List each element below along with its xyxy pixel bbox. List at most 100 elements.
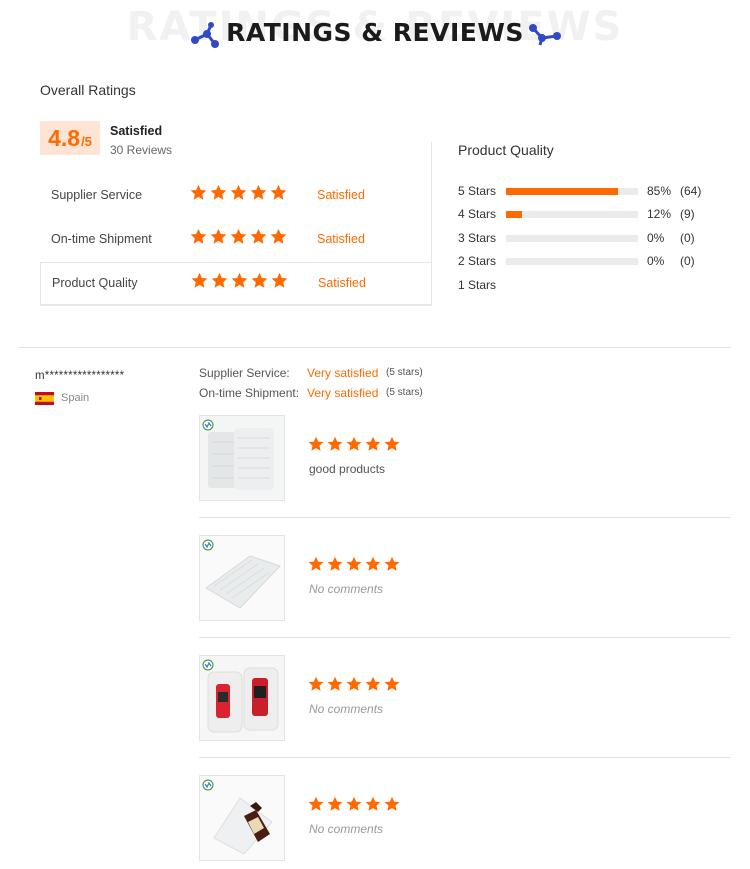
star-rating [190,184,290,201]
distribution-bar [506,235,638,242]
distribution-bar-fill [506,188,619,195]
star-icon [308,436,324,451]
page-title: RATINGS & REVIEWS [226,18,524,47]
rating-label: Product Quality [52,276,138,290]
overall-score-badge: 4.8/5 [40,121,100,155]
star-rating [308,676,403,692]
star-icon [250,184,267,200]
distribution-row-1: 1 Stars [458,278,728,294]
star-icon [346,556,362,571]
star-icon [230,228,247,244]
overall-ratings-heading: Overall Ratings [40,82,136,98]
distribution-row-5: 5 Stars 85% (64) [458,184,728,200]
review-item: No comments [199,775,731,869]
rating-status: Satisfied [318,276,366,290]
distribution-bar [506,188,638,195]
star-icon [346,676,362,691]
star-icon [346,436,362,451]
reviewer-name: m***************** [35,370,125,382]
item-divider [199,757,731,758]
spain-flag-icon [35,392,54,405]
distribution-bar [506,258,638,265]
star-rating [190,228,290,245]
review-item: good products [199,415,731,535]
star-icon [384,676,400,691]
star-rating [308,796,403,812]
star-icon [190,228,207,244]
product-thumbnail[interactable] [199,415,285,501]
distribution-percent: 12% [647,207,672,221]
detail-stars: (5 stars) [386,367,423,378]
detail-label: Supplier Service: [199,366,290,380]
distribution-label: 2 Stars [458,254,497,268]
star-icon [210,228,227,244]
star-icon [308,796,324,811]
star-rating [308,436,403,452]
air-column-bag-image [200,536,284,620]
section-divider [18,347,731,348]
reviews-count: 30 Reviews [110,143,173,157]
detail-value: Very satisfied [307,366,379,380]
star-icon [251,272,268,288]
star-icon [384,436,400,451]
rating-row-product-quality[interactable]: Product Quality Satisfied [40,262,432,305]
star-icon [327,556,343,571]
review-supplier-service: Supplier Service: Very satisfied (5 star… [199,366,423,380]
star-icon [191,272,208,288]
star-icon [365,556,381,571]
distribution-count: (0) [680,231,695,245]
air-column-roll-image [200,416,284,500]
star-rating [191,272,291,289]
star-icon [365,796,381,811]
vertical-divider [431,142,432,305]
distribution-label: 4 Stars [458,207,497,221]
star-icon [365,676,381,691]
star-icon [327,796,343,811]
rating-label: Supplier Service [51,188,143,202]
distribution-label: 1 Stars [458,278,497,292]
section-header: RATINGS & REVIEWS RATINGS & REVIEWS [0,0,750,70]
product-thumbnail[interactable] [199,775,285,861]
review-comment: good products [309,462,386,476]
star-icon [327,436,343,451]
distribution-label: 5 Stars [458,184,497,198]
distribution-count: (9) [680,207,695,221]
rating-row-supplier-service: Supplier Service Satisfied [40,175,432,218]
rating-status: Satisfied [317,188,365,202]
star-icon [210,184,227,200]
overall-score-suffix: /5 [81,134,92,149]
air-column-wine-bottle-image [200,776,284,860]
review-item: No comments [199,535,731,655]
air-column-cans-image [200,656,284,740]
distribution-row-3: 3 Stars 0% (0) [458,231,728,247]
detail-value: Very satisfied [307,386,379,400]
star-icon [190,184,207,200]
distribution-row-2: 2 Stars 0% (0) [458,254,728,270]
product-thumbnail[interactable] [199,655,285,741]
distribution-percent: 0% [647,231,665,245]
distribution-percent: 0% [647,254,665,268]
review-comment: No comments [309,822,384,836]
star-icon [384,796,400,811]
reviewer-country: Spain [61,392,90,404]
review-item: No comments [199,655,731,775]
rating-status: Satisfied [317,232,365,246]
detail-stars: (5 stars) [386,387,423,398]
star-rating [308,556,403,572]
product-thumbnail[interactable] [199,535,285,621]
star-icon [384,556,400,571]
item-divider [199,637,731,638]
star-icon [308,676,324,691]
distribution-bar-fill [506,211,522,218]
star-icon [270,184,287,200]
item-divider [199,517,731,518]
review-comment: No comments [309,582,384,596]
overall-score: 4.8 [48,125,81,151]
distribution-count: (64) [680,184,702,198]
star-icon [230,184,247,200]
rating-row-on-time-shipment: On-time Shipment Satisfied [40,219,432,262]
star-icon [308,556,324,571]
star-icon [250,228,267,244]
distribution-percent: 85% [647,184,672,198]
overall-status: Satisfied [110,124,163,138]
